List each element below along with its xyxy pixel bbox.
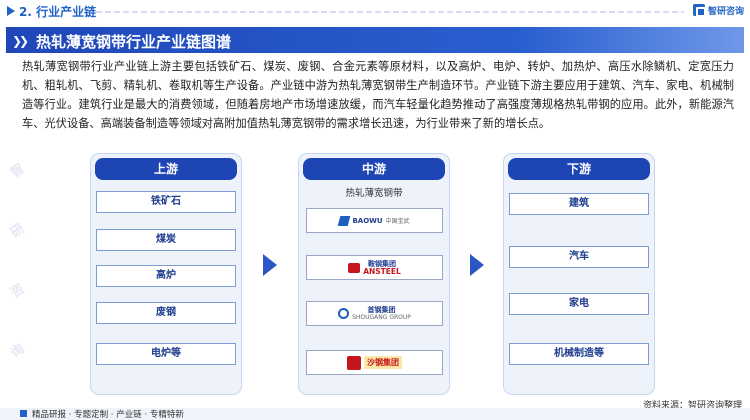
logo-sub: ANSTEEL <box>363 266 401 276</box>
downstream-item: 建筑 <box>509 193 649 215</box>
logo-sub: 中国宝武 <box>385 218 410 225</box>
divider <box>96 11 684 13</box>
logo-sub: SHOUGANG GROUP <box>352 313 411 321</box>
upstream-panel: 上游 铁矿石 煤炭 高炉 废钢 电炉等 <box>90 153 242 395</box>
chevron-icon: ❯❯ <box>12 34 29 48</box>
page-title: 热轧薄宽钢带行业产业链图谱 <box>36 33 232 51</box>
footer-tags: 精品研报 · 专题定制 · 产业链 · 专精特新 <box>32 410 184 420</box>
ansteel-logo-icon <box>348 262 361 273</box>
downstream-panel: 下游 建筑 汽车 家电 机械制造等 <box>503 153 655 395</box>
company-logo-shougang: 首钢集团 SHOUGANG GROUP <box>306 301 443 326</box>
upstream-item: 废钢 <box>96 302 236 324</box>
logo-name: BAOWU <box>352 216 383 225</box>
upstream-title: 上游 <box>95 158 237 180</box>
upstream-item: 煤炭 <box>96 229 236 251</box>
brand-logo: 智研咨询 <box>692 3 744 17</box>
title-banner: ❯❯ 热轧薄宽钢带行业产业链图谱 <box>6 27 744 53</box>
downstream-item: 家电 <box>509 293 649 315</box>
baowu-logo-icon <box>338 215 351 226</box>
watermark-char: 智 <box>8 161 28 182</box>
shougang-logo-icon <box>338 308 350 319</box>
watermark-char: 询 <box>8 341 28 362</box>
square-icon <box>20 410 27 417</box>
logo-text: 首钢集团 SHOUGANG GROUP <box>352 306 411 322</box>
company-logo-ansteel: 鞍钢集团 ANSTEEL <box>306 255 443 280</box>
midstream-title: 中游 <box>303 158 445 180</box>
downstream-title: 下游 <box>508 158 650 180</box>
upstream-item: 高炉 <box>96 265 236 287</box>
logo-name: 首钢集团 <box>367 305 396 314</box>
intro-paragraph: 热轧薄宽钢带行业产业链上游主要包括铁矿石、煤炭、废钢、合金元素等原材料，以及高炉… <box>22 60 734 130</box>
section-title: 2. 行业产业链 <box>19 5 97 19</box>
watermark: 智 研 咨 询 <box>4 160 44 400</box>
upstream-item: 电炉等 <box>96 343 236 365</box>
watermark-char: 研 <box>8 221 28 242</box>
arrow-right-icon <box>470 254 484 276</box>
downstream-item: 机械制造等 <box>509 343 649 365</box>
shagang-logo-icon <box>347 355 361 370</box>
footer-bar: 精品研报 · 专题定制 · 产业链 · 专精特新 <box>0 408 750 420</box>
brand-name: 智研咨询 <box>707 6 744 17</box>
downstream-item: 汽车 <box>509 246 649 268</box>
logo-text: 鞍钢集团 ANSTEEL <box>363 260 401 276</box>
logo-name: 沙钢集团 <box>364 356 402 369</box>
logo-mark-icon <box>692 4 706 17</box>
section-header: 2. 行业产业链 智研咨询 <box>0 0 750 24</box>
midstream-subtitle: 热轧薄宽钢带 <box>345 188 403 199</box>
footer: 资料来源：智研咨询整理 精品研报 · 专题定制 · 产业链 · 专精特新 <box>0 398 750 420</box>
arrow-right-icon <box>263 254 277 276</box>
company-logo-baowu: BAOWU 中国宝武 <box>306 208 443 233</box>
company-logo-shagang: 沙钢集团 <box>306 350 443 375</box>
midstream-panel: 中游 热轧薄宽钢带 BAOWU 中国宝武 鞍钢集团 ANSTEEL 首钢集团 S… <box>298 153 450 395</box>
upstream-item: 铁矿石 <box>96 191 236 213</box>
watermark-char: 咨 <box>8 281 28 302</box>
triangle-icon <box>7 6 15 16</box>
